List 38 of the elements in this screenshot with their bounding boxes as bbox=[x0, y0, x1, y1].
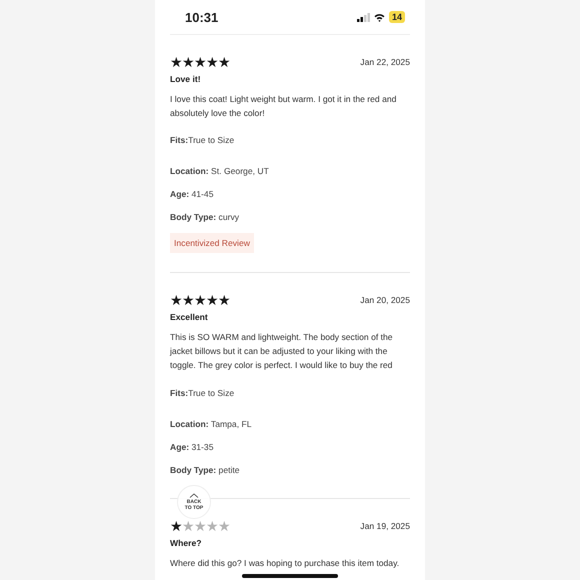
review-date: Jan 20, 2025 bbox=[360, 295, 410, 306]
star-icon: ★ bbox=[206, 293, 218, 308]
wifi-icon bbox=[374, 12, 385, 22]
review-text: Where did this go? I was hoping to purchase this item today. bbox=[170, 556, 400, 570]
signal-icon bbox=[356, 12, 370, 22]
star-icon: ★ bbox=[218, 518, 230, 533]
review-title: Excellent bbox=[170, 312, 209, 322]
star-icon: ★ bbox=[206, 518, 218, 533]
battery-level: 14 bbox=[388, 11, 405, 23]
star-icon: ★ bbox=[218, 293, 230, 308]
reviewer-detail: Location: St. George, UT bbox=[170, 165, 270, 178]
star-icon: ★ bbox=[206, 55, 218, 69]
star-icon: ★ bbox=[170, 293, 182, 308]
review-text: I love this coat! Light weight but warm. I got it in the red and absolutely love the color! bbox=[170, 93, 398, 120]
chevron-up-icon bbox=[189, 493, 199, 498]
clock: 10:31 bbox=[185, 10, 220, 24]
star-icon: ★ bbox=[182, 55, 194, 69]
fit-info: Fits:True to Size bbox=[170, 135, 236, 146]
reviewer-detail: Body Type: curvy bbox=[170, 211, 240, 224]
star-icon: ★ bbox=[194, 518, 206, 533]
review-date: Jan 19, 2025 bbox=[360, 520, 410, 531]
star-icon: ★ bbox=[182, 293, 194, 308]
star-icon: ★ bbox=[194, 55, 206, 69]
reviewer-detail: Age: 31-35 bbox=[170, 440, 214, 454]
reviewer-detail: Body Type: petite bbox=[170, 464, 241, 477]
reviewer-detail: Location: Tampa, FL bbox=[170, 418, 253, 431]
reviewer-detail: Age: 41-45 bbox=[170, 188, 214, 202]
star-icon: ★ bbox=[182, 518, 194, 533]
star-icon: ★ bbox=[170, 55, 182, 69]
review-badge: Incentivized Review bbox=[170, 233, 254, 254]
review-date: Jan 22, 2025 bbox=[360, 57, 410, 67]
fit-info: Fits:True to Size bbox=[170, 388, 236, 398]
review-title: Where? bbox=[170, 538, 203, 548]
review-title: Love it! bbox=[170, 74, 202, 84]
review-text: This is SO WARM and lightweight. The body section of the jacket billows but it can be adjusted to your liking with the toggle. The grey color is perfect. I would like to buy the red bbox=[170, 331, 394, 372]
star-icon: ★ bbox=[170, 518, 182, 533]
star-icon: ★ bbox=[218, 55, 230, 69]
star-icon: ★ bbox=[194, 293, 206, 308]
